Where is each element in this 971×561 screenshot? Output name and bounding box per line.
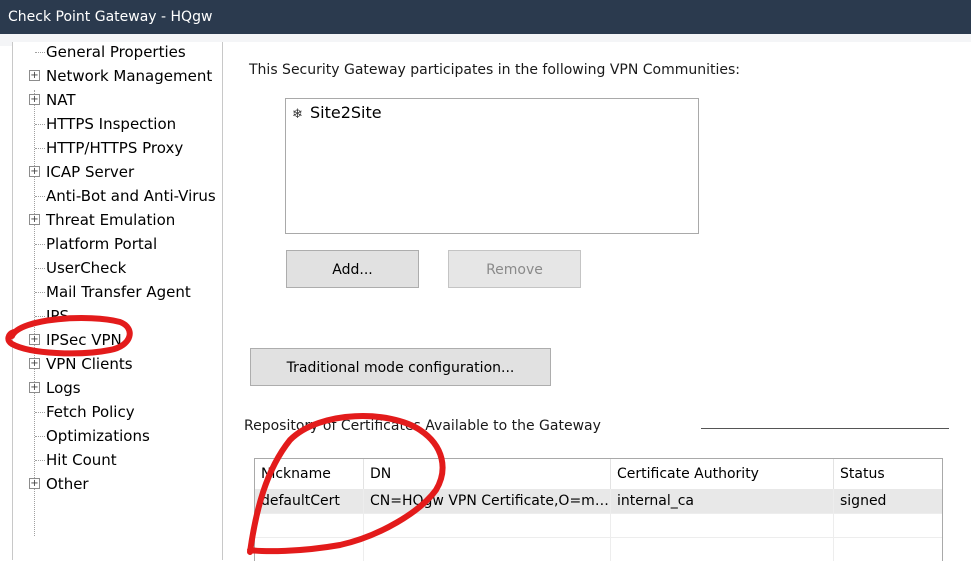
tree-item[interactable]: + Network Management — [13, 64, 223, 88]
tree-item[interactable]: + Other — [13, 472, 223, 496]
communities-list[interactable]: ❄ Site2Site — [285, 98, 699, 234]
expand-icon[interactable]: + — [29, 334, 40, 345]
tree-item-label[interactable]: NAT — [46, 88, 75, 112]
tree-item-label[interactable]: IPS — [46, 304, 69, 328]
tree-item[interactable]: + NAT — [13, 88, 223, 112]
tree-item[interactable]: Mail Transfer Agent — [13, 280, 223, 304]
column-header-nickname[interactable]: Nickname — [255, 459, 364, 489]
certificates-table[interactable]: Nickname DN Certificate Authority Status… — [254, 458, 943, 561]
tree-item-label[interactable]: Threat Emulation — [46, 208, 175, 232]
tree-item-label[interactable]: UserCheck — [46, 256, 126, 280]
tree-connector — [35, 292, 45, 293]
expand-icon[interactable]: + — [29, 214, 40, 225]
tree-item[interactable]: HTTPS Inspection — [13, 112, 223, 136]
tree-item[interactable]: Hit Count — [13, 448, 223, 472]
tree-item-label[interactable]: Other — [46, 472, 89, 496]
tree-item-label[interactable]: VPN Clients — [46, 352, 133, 376]
tree-item-label[interactable]: General Properties — [46, 40, 186, 64]
tree-item-label[interactable]: Hit Count — [46, 448, 117, 472]
tree-item-label[interactable]: IPSec VPN — [46, 328, 122, 352]
expand-icon[interactable]: + — [29, 478, 40, 489]
category-tree: General Properties + Network Management + NA… — [12, 42, 223, 560]
empty-cell — [611, 537, 834, 561]
tree-item-label[interactable]: ICAP Server — [46, 160, 134, 184]
empty-cell — [255, 537, 364, 561]
tree-connector — [35, 412, 45, 413]
tree-item-label[interactable]: Network Management — [46, 64, 212, 88]
tree-connector — [35, 124, 45, 125]
tree-item[interactable]: Anti-Bot and Anti-Virus — [13, 184, 223, 208]
tree-item-label[interactable]: Fetch Policy — [46, 400, 135, 424]
tree-connector — [35, 196, 45, 197]
expand-icon[interactable]: + — [29, 70, 40, 81]
tree-connector — [35, 268, 45, 269]
tree-item[interactable]: + ICAP Server — [13, 160, 223, 184]
cell-ca: internal_ca — [611, 489, 834, 513]
expand-icon[interactable]: + — [29, 382, 40, 393]
tree-item[interactable]: Fetch Policy — [13, 400, 223, 424]
communities-label: This Security Gateway participates in th… — [249, 62, 741, 78]
tree-item-label[interactable]: Logs — [46, 376, 81, 400]
column-header-dn[interactable]: DN — [364, 459, 611, 489]
remove-community-button[interactable]: Remove — [448, 250, 581, 288]
column-header-status[interactable]: Status — [834, 459, 942, 489]
tree-item-label[interactable]: Anti-Bot and Anti-Virus — [46, 184, 216, 208]
tree-item-label[interactable]: HTTP/HTTPS Proxy — [46, 136, 183, 160]
tree-connector — [35, 436, 45, 437]
tree-connector — [35, 244, 45, 245]
tree-item-label[interactable]: Optimizations — [46, 424, 150, 448]
empty-cell — [611, 513, 834, 537]
tree-item[interactable]: + VPN Clients — [13, 352, 223, 376]
cell-nickname: defaultCert — [255, 489, 364, 513]
cell-status: signed — [840, 493, 887, 509]
tree-item-label[interactable]: Mail Transfer Agent — [46, 280, 191, 304]
expand-icon[interactable]: + — [29, 94, 40, 105]
tree-connector — [35, 52, 45, 53]
tree-item[interactable]: + Logs — [13, 376, 223, 400]
tree-item[interactable]: HTTP/HTTPS Proxy — [13, 136, 223, 160]
repository-separator — [701, 428, 949, 429]
expand-icon[interactable]: + — [29, 166, 40, 177]
expand-icon[interactable]: + — [29, 358, 40, 369]
repository-label: Repository of Certificates Available to … — [244, 418, 601, 434]
tree-item[interactable]: IPS — [13, 304, 223, 328]
window-title: Check Point Gateway - HQgw — [0, 0, 971, 34]
tree-connector — [35, 316, 45, 317]
tree-connector — [35, 460, 45, 461]
empty-cell — [364, 513, 611, 537]
tree-connector — [35, 148, 45, 149]
community-icon: ❄ — [292, 107, 303, 122]
ipsec-vpn-panel: This Security Gateway participates in th… — [223, 42, 971, 561]
tree-item[interactable]: + IPSec VPN — [13, 328, 223, 352]
column-header-ca[interactable]: Certificate Authority — [611, 459, 834, 489]
tree-item-label[interactable]: Platform Portal — [46, 232, 157, 256]
tree-item[interactable]: Platform Portal — [13, 232, 223, 256]
tree-item-label[interactable]: HTTPS Inspection — [46, 112, 176, 136]
tree-item[interactable]: UserCheck — [13, 256, 223, 280]
tree-item[interactable]: General Properties — [13, 40, 223, 64]
community-item[interactable]: ❄ Site2Site — [292, 103, 382, 122]
community-name: Site2Site — [310, 103, 382, 122]
tree-item[interactable]: Optimizations — [13, 424, 223, 448]
traditional-mode-button[interactable]: Traditional mode configuration... — [250, 348, 551, 386]
tree-item[interactable]: + Threat Emulation — [13, 208, 223, 232]
empty-cell — [255, 513, 364, 537]
cell-dn: CN=HQgw VPN Certificate,O=mg... — [364, 489, 611, 513]
empty-cell — [364, 537, 611, 561]
add-community-button[interactable]: Add... — [286, 250, 419, 288]
